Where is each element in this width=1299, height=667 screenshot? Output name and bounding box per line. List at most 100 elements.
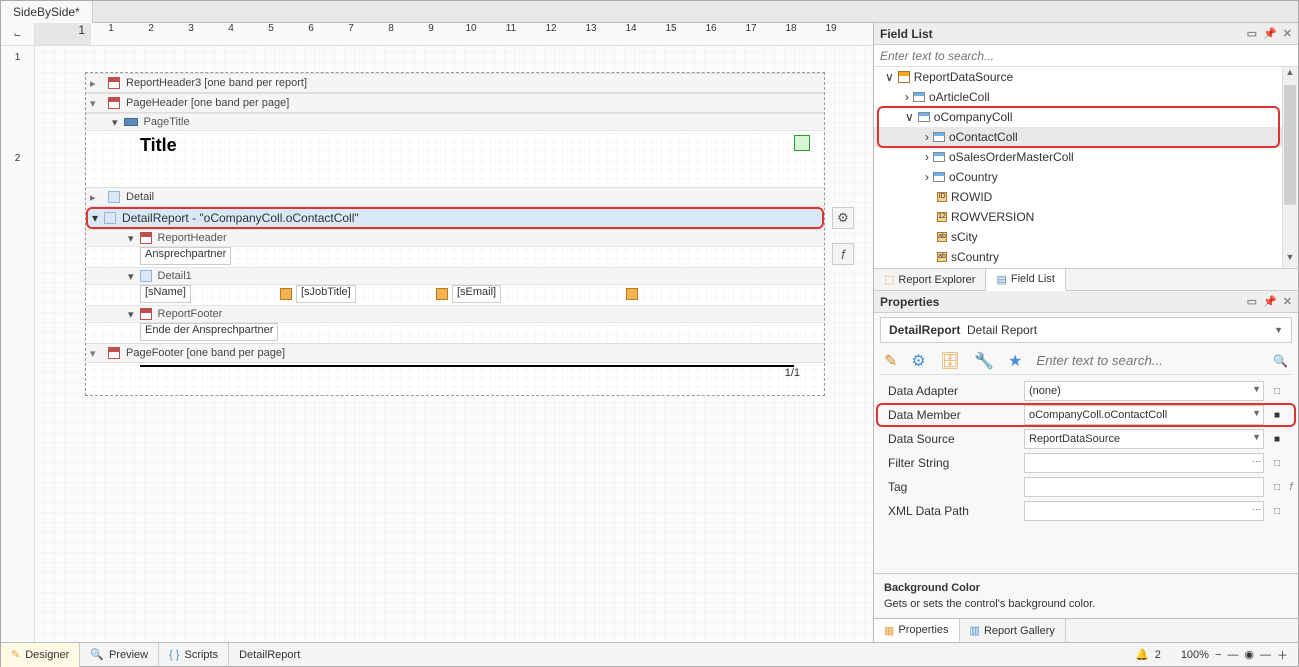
zoom-control[interactable]: 100% −—◉— ＋ xyxy=(1171,647,1298,663)
label-ansprechpartner[interactable]: Ansprechpartner xyxy=(140,247,231,265)
prop-row-data-source[interactable]: Data SourceReportDataSource▼■ xyxy=(874,427,1298,451)
tab-properties[interactable]: ▦Properties xyxy=(874,619,960,642)
band-pagetitle[interactable]: ▾PageTitle xyxy=(86,113,824,131)
chevron-down-icon[interactable]: ▼ xyxy=(1274,325,1283,335)
zoom-in-icon[interactable]: ＋ xyxy=(1277,647,1288,663)
band-detail1[interactable]: ▾Detail1 xyxy=(86,267,824,285)
smarttag-gear-icon[interactable]: ⚙ xyxy=(832,207,854,229)
db-icon xyxy=(280,288,292,300)
pin-icon[interactable]: 📌 xyxy=(1263,295,1277,308)
chevron-down-icon[interactable]: ▼ xyxy=(1252,432,1261,442)
window-icon[interactable]: ▭ xyxy=(1247,27,1257,40)
fieldlist-tabs: ⬚Report Explorer ▤Field List xyxy=(874,269,1298,291)
ellipsis-icon[interactable]: ⋯ xyxy=(1252,504,1261,515)
band-pagefooter[interactable]: ▾PageFooter [one band per page] xyxy=(86,343,824,363)
field-sname[interactable]: [sName] xyxy=(140,285,191,303)
prop-row-filter-string[interactable]: Filter String⋯□ xyxy=(874,451,1298,475)
document-tab[interactable]: SideBySide* xyxy=(1,1,93,23)
prop-row-xml-data-path[interactable]: XML Data Path⋯□ xyxy=(874,499,1298,523)
chevron-down-icon[interactable]: ▼ xyxy=(1252,384,1261,394)
ruler-horizontal: ⌙ 1 1 2 3 4 5 6 7 8 9 10 11 12 13 14 xyxy=(1,23,873,46)
smarttag-fx-icon[interactable]: f xyxy=(832,243,854,265)
expression-icon[interactable]: f xyxy=(1284,481,1298,493)
tree-item[interactable]: 12ROWVERSION xyxy=(874,207,1298,227)
band-icon xyxy=(140,270,152,282)
title-label[interactable]: Title xyxy=(140,135,177,156)
star-icon[interactable]: ★ xyxy=(1008,351,1022,371)
tree-item[interactable]: IDROWID xyxy=(874,187,1298,207)
detail1-content[interactable]: [sName] [sJobTitle] [sEmail] xyxy=(86,285,824,305)
breadcrumb[interactable]: DetailReport xyxy=(229,643,310,667)
band-reportfooter[interactable]: ▾ReportFooter xyxy=(86,305,824,323)
tab-preview[interactable]: 🔍Preview xyxy=(80,643,159,667)
reportfooter-content[interactable]: Ende der Ansprechpartner xyxy=(86,323,824,343)
tab-scripts[interactable]: { }Scripts xyxy=(159,643,229,667)
property-object-selector[interactable]: DetailReport Detail Report ▼ xyxy=(880,317,1292,343)
prop-row-data-adapter[interactable]: Data Adapter(none)▼□ xyxy=(874,379,1298,403)
fieldlist-header: Field List ▭📌✕ xyxy=(874,23,1298,45)
tree-item[interactable]: absCity xyxy=(874,227,1298,247)
field-semail[interactable]: [sEmail] xyxy=(452,285,501,303)
window-icon[interactable]: ▭ xyxy=(1247,295,1257,308)
properties-search-input[interactable] xyxy=(1036,353,1259,368)
search-icon[interactable]: 🔍 xyxy=(1273,354,1288,368)
tab-report-gallery[interactable]: ▥Report Gallery xyxy=(960,619,1066,642)
report-page: ▸ReportHeader3 [one band per report] ▾Pa… xyxy=(85,72,825,396)
tab-report-explorer[interactable]: ⬚Report Explorer xyxy=(874,269,986,290)
scroll-thumb[interactable] xyxy=(1284,85,1296,205)
notification-badge[interactable]: 🔔2 xyxy=(1125,648,1171,661)
properties-toolbar: ✎ ⚙ 🗄 🔧 ★ 🔍 xyxy=(880,347,1292,375)
ruler-track: 1 2 3 4 5 6 7 8 9 10 11 12 13 14 15 16 1 xyxy=(91,23,873,45)
picture-box[interactable] xyxy=(794,135,810,151)
band-reportheader3[interactable]: ▸ReportHeader3 [one band per report] xyxy=(86,73,824,93)
pencil-icon[interactable]: ✎ xyxy=(884,351,897,371)
band-icon xyxy=(108,347,120,359)
detailreport-icon xyxy=(104,212,116,224)
tree-item[interactable]: absCountry xyxy=(874,247,1298,267)
prop-row-tag[interactable]: Tag□f xyxy=(874,475,1298,499)
zoom-slider[interactable]: ◉ xyxy=(1244,648,1254,661)
fieldlist-search[interactable] xyxy=(874,45,1298,67)
design-canvas[interactable]: ▸ReportHeader3 [one band per report] ▾Pa… xyxy=(35,46,873,642)
page-number[interactable]: 1/1 xyxy=(86,367,824,379)
band-detailreport[interactable]: ▾DetailReport - "oCompanyColl.oContactCo… xyxy=(86,207,824,229)
tree-item-selected[interactable]: ›oContactColl xyxy=(874,127,1298,147)
band-detail[interactable]: ▸Detail xyxy=(86,187,824,207)
tree-item[interactable]: ›oArticleColl xyxy=(874,87,1298,107)
pagefooter-content[interactable]: 1/1 xyxy=(86,365,824,395)
right-panel: Field List ▭📌✕ ∨ReportDataSource ›oArtic… xyxy=(874,23,1298,642)
fieldlist-tree[interactable]: ∨ReportDataSource ›oArticleColl ∨oCompan… xyxy=(874,67,1298,269)
band-icon xyxy=(108,191,120,203)
scroll-up-icon[interactable]: ▲ xyxy=(1282,67,1298,83)
search-input[interactable] xyxy=(874,45,1298,66)
pin-icon[interactable]: 📌 xyxy=(1263,27,1277,40)
db-icon xyxy=(626,288,638,300)
field-sjobtitle[interactable]: [sJobTitle] xyxy=(296,285,356,303)
close-icon[interactable]: ✕ xyxy=(1283,295,1292,308)
reportheader-content[interactable]: Ansprechpartner xyxy=(86,247,824,267)
ellipsis-icon[interactable]: ⋯ xyxy=(1252,456,1261,467)
band-reportheader[interactable]: ▾ReportHeader xyxy=(86,229,824,247)
properties-header: Properties ▭📌✕ xyxy=(874,291,1298,313)
tab-field-list[interactable]: ▤Field List xyxy=(986,269,1065,291)
tree-scrollbar[interactable]: ▲ ▼ xyxy=(1282,67,1298,268)
property-grid: Data Adapter(none)▼□ Data MemberoCompany… xyxy=(874,379,1298,523)
database-icon[interactable]: 🗄 xyxy=(940,351,960,371)
tree-item[interactable]: ›oSalesOrderMasterColl xyxy=(874,147,1298,167)
zoom-out-icon[interactable]: − xyxy=(1215,649,1221,661)
chevron-down-icon[interactable]: ▼ xyxy=(1252,408,1261,418)
close-icon[interactable]: ✕ xyxy=(1283,27,1292,40)
tree-item[interactable]: ›oCountry xyxy=(874,167,1298,187)
tab-label: SideBySide* xyxy=(13,5,80,19)
band-pageheader[interactable]: ▾PageHeader [one band per page] xyxy=(86,93,824,113)
wrench-icon[interactable]: 🔧 xyxy=(974,351,994,371)
tab-designer[interactable]: ✎Designer xyxy=(1,643,80,667)
table-icon xyxy=(933,152,945,162)
tree-item[interactable]: ∨oCompanyColl xyxy=(874,107,1298,127)
scroll-down-icon[interactable]: ▼ xyxy=(1282,252,1298,268)
tree-item[interactable]: ∨ReportDataSource xyxy=(874,67,1298,87)
label-ende[interactable]: Ende der Ansprechpartner xyxy=(140,323,278,341)
gears-icon[interactable]: ⚙ xyxy=(911,351,925,371)
title-area[interactable]: Title xyxy=(86,131,824,187)
prop-row-data-member[interactable]: Data MemberoCompanyColl.oContactColl▼■ xyxy=(874,403,1298,427)
